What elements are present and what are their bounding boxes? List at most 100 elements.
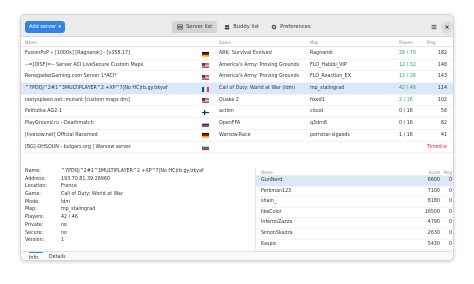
server-info-pane: Name: ^7PDQj^2#1^3MULTIPLAYER^2 +XP^7|No …: [21, 168, 231, 252]
column-ping[interactable]: Ping: [427, 40, 436, 45]
player-score: 8180: [427, 199, 440, 205]
server-players: 28 / 70: [399, 51, 416, 56]
tab-server-list[interactable]: Server list: [172, 21, 218, 33]
player-column-name[interactable]: Name: [261, 170, 273, 175]
info-value[interactable]: Call of Duty: World at War: [61, 191, 123, 199]
server-row[interactable]: Pelitutka AG2-1 action cloud 0 / 16 56: [21, 106, 453, 119]
player-score: 6600: [427, 178, 440, 183]
close-window-button[interactable]: [441, 21, 453, 33]
server-map: FLO_Habibi_VIP: [310, 62, 347, 68]
server-row[interactable]: RenegadesGaming.com Server 1*ACI* America…: [21, 71, 453, 84]
server-table-header: Name Game Map Players Ping: [21, 37, 453, 47]
server-game: Warsow.Race: [219, 132, 251, 138]
server-ping: 56: [440, 109, 447, 115]
server-game: America's Army: Proving Grounds: [219, 74, 300, 80]
info-value[interactable]: no: [61, 222, 67, 230]
server-row[interactable]: [livesow.net] Official Racemod Warsow.Rac…: [21, 130, 453, 142]
server-players: 0 / 16: [399, 121, 413, 127]
server-map: FLO_Reaction_EX: [310, 74, 351, 80]
player-name: IlkeColor: [261, 209, 282, 215]
info-line: Mode: ldm: [21, 199, 231, 207]
player-name: InfernoZazza: [261, 220, 293, 226]
server-ping: 114: [437, 86, 447, 92]
tab-details[interactable]: Details: [49, 252, 66, 260]
info-label: Address:: [25, 176, 46, 182]
tab-info[interactable]: Info: [29, 252, 43, 260]
info-line: Private: no: [21, 222, 231, 230]
info-value[interactable]: ldm: [61, 199, 70, 207]
info-value[interactable]: 1: [61, 237, 64, 245]
info-label: Mode:: [25, 199, 40, 205]
info-value[interactable]: France: [61, 183, 77, 191]
player-row[interactable]: SimonSkazza 2630 0: [256, 229, 453, 240]
server-game: action: [219, 109, 234, 115]
server-name: ^7PDQj^2#1^3MULTIPLAYER^2 +XP^7|No HC|rb…: [25, 86, 168, 92]
player-name: Kaspic: [261, 241, 277, 247]
info-label: Secure:: [25, 230, 44, 236]
server-map: fixed1: [310, 97, 325, 103]
header-bar: Add server ▾ Server list Buddy list Pref…: [21, 15, 453, 37]
server-name: tastyspleen.net::mutant [custom maps dm]: [25, 97, 130, 103]
server-players: 0 / 16: [399, 109, 413, 115]
server-row[interactable]: tastyspleen.net::mutant [custom maps dm]…: [21, 95, 453, 107]
player-score: 2630: [427, 230, 440, 236]
player-row[interactable]: InfernoZazza 4790 0: [256, 218, 453, 229]
player-row[interactable]: GunNerd 6600 0: [256, 176, 453, 187]
info-value[interactable]: 42 / 46: [61, 214, 78, 222]
info-value[interactable]: mp_stalingrad: [61, 206, 95, 214]
preferences-icon: [271, 24, 277, 30]
info-value[interactable]: no: [61, 230, 67, 238]
server-players: 12 / 32: [399, 62, 416, 68]
server-row[interactable]: ^7PDQj^2#1^3MULTIPLAYER^2 +XP^7|No HC|rb…: [21, 83, 453, 95]
info-line: Secure: no: [21, 230, 231, 238]
info-label: Map:: [25, 207, 37, 213]
info-label: Name:: [25, 169, 41, 174]
player-row[interactable]: IlkeColor 16500 0: [256, 208, 453, 219]
player-ping: 0: [448, 178, 452, 183]
server-row[interactable]: --=[DISF]=-- Server ACI LiveSecure Custo…: [21, 60, 453, 72]
players-list: GunNerd 6600 0 Perkman123 7100 0 shain_ 8180 0 Il…: [256, 176, 453, 251]
server-row[interactable]: [BG]-OHSOUN - bulgars.org | Warsow serve…: [21, 142, 453, 154]
server-ping: Timed out: [427, 144, 447, 150]
column-game[interactable]: Game: [219, 40, 231, 45]
player-column-ping[interactable]: Ping: [442, 170, 452, 175]
player-column-score[interactable]: Score: [422, 170, 440, 175]
players-table-header: Name Score Ping: [256, 168, 453, 176]
player-ping: 0: [448, 209, 452, 215]
buddy-list-icon: [224, 25, 230, 30]
column-players[interactable]: Players: [399, 40, 414, 45]
player-score: 16500: [424, 209, 440, 215]
server-ping: 41: [440, 132, 447, 138]
server-name: [livesow.net] Official Racemod: [25, 132, 98, 138]
server-row[interactable]: PlayGround.ru - Deathmatch OpenFFA q3dm8 0 …: [21, 118, 453, 130]
server-players: 1 / 16: [399, 132, 413, 138]
server-ping: 82: [440, 121, 447, 127]
server-row[interactable]: FusionPvP » [1000x] [Ragnarok] - [v358.1…: [21, 48, 453, 60]
tab-buddy-list[interactable]: Buddy list: [219, 21, 264, 33]
server-players: 11 / 26: [399, 74, 416, 80]
player-row[interactable]: Perkman123 7100 0: [256, 187, 453, 198]
main-menu-button[interactable]: [428, 21, 440, 33]
server-map: Ragnarok: [310, 51, 333, 56]
server-game: Quake 2: [219, 97, 239, 103]
add-server-button[interactable]: Add server ▾: [25, 21, 65, 33]
server-ping: 148: [437, 62, 447, 68]
tab-preferences[interactable]: Preferences: [266, 21, 316, 33]
tab-preferences-label: Preferences: [280, 24, 311, 30]
country-flag-icon: [202, 98, 209, 104]
country-flag-icon: [202, 86, 209, 92]
app-window: Add server ▾ Server list Buddy list Pref…: [20, 14, 454, 261]
player-row[interactable]: shain_ 8180 0: [256, 197, 453, 208]
info-value[interactable]: 193.70.81.39:28960: [61, 176, 110, 184]
info-value[interactable]: ^7PDQj^2#1^3MULTIPLAYER^2 +XP^7|No HC|rb…: [61, 168, 204, 176]
server-name: FusionPvP » [1000x] [Ragnarok] - [v358.1…: [25, 51, 130, 56]
info-label: Location:: [25, 184, 47, 190]
column-name[interactable]: Name: [25, 40, 37, 45]
tab-server-list-label: Server list: [186, 24, 213, 30]
player-name: GunNerd: [261, 178, 283, 183]
player-name: SimonSkazza: [261, 230, 293, 236]
column-map[interactable]: Map: [310, 40, 318, 45]
server-name: Pelitutka AG2-1: [25, 109, 63, 115]
server-players: 2 / 16: [399, 97, 413, 103]
player-row[interactable]: Kaspic 5430 0: [256, 240, 453, 251]
